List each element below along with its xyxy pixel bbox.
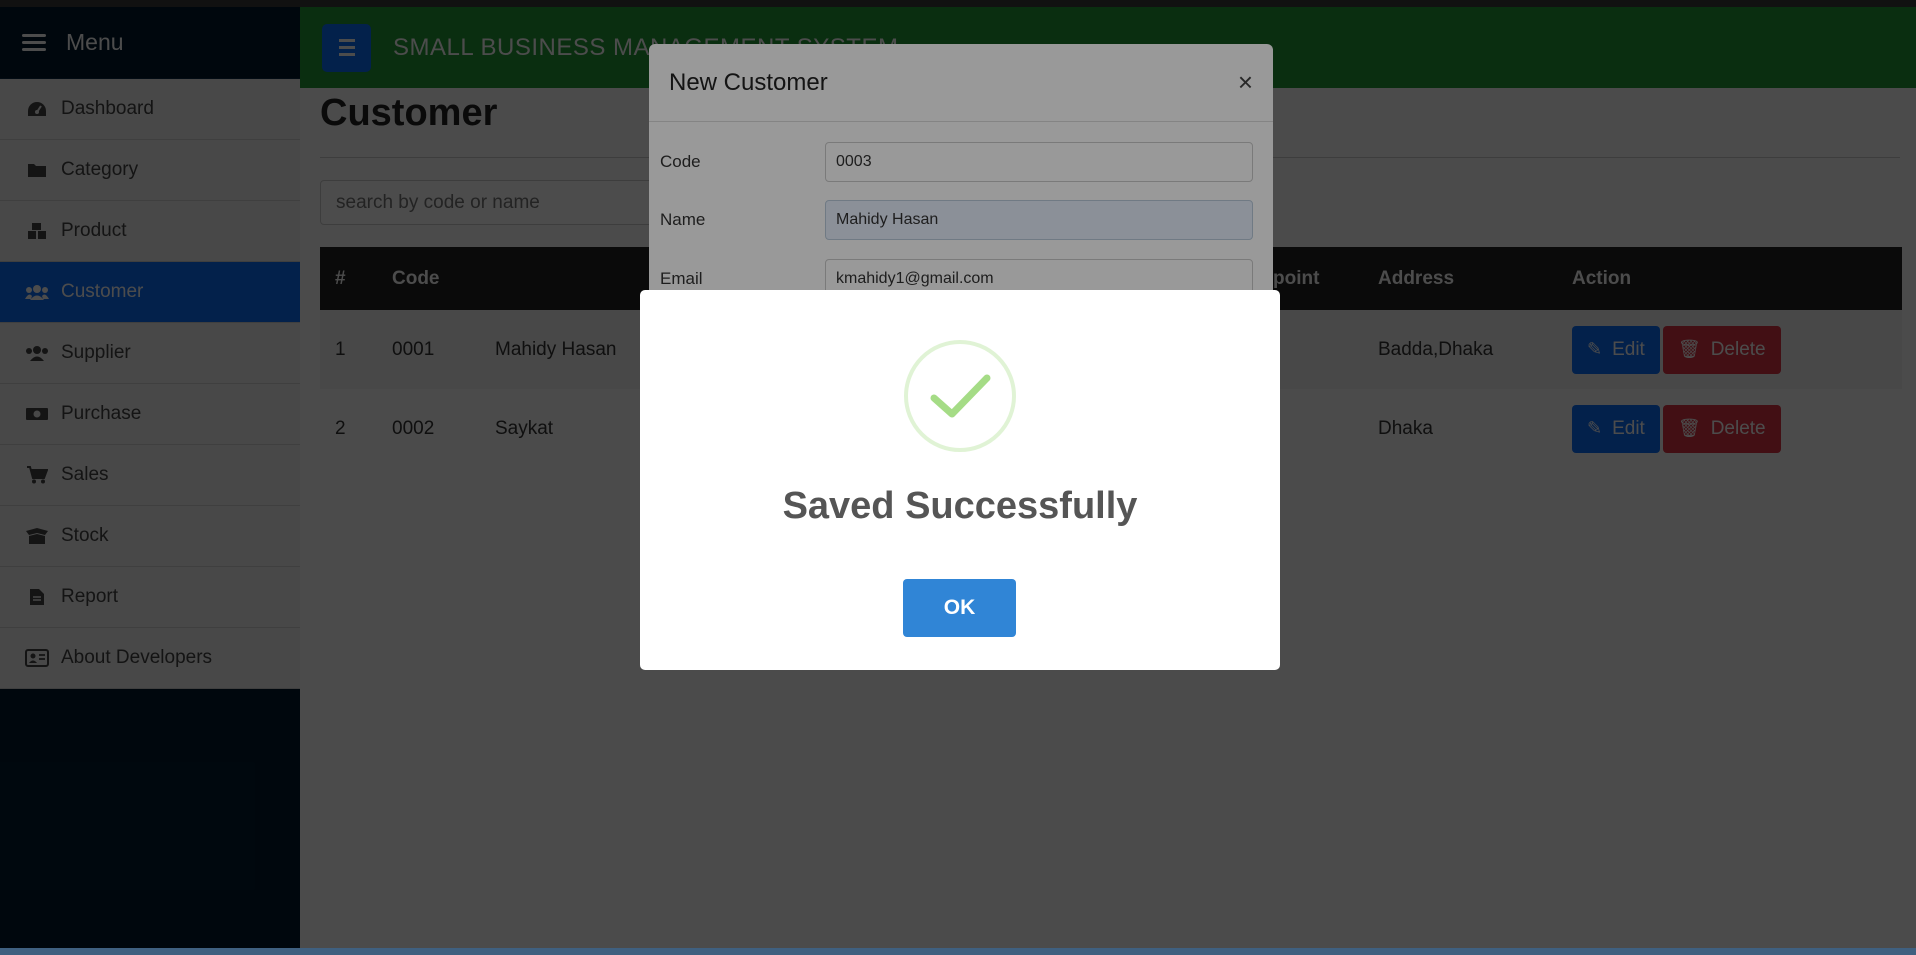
success-alert: Saved Successfully OK xyxy=(640,290,1280,670)
success-check-icon xyxy=(904,340,1016,452)
ok-button[interactable]: OK xyxy=(903,579,1016,637)
window-bottom-strip xyxy=(0,948,1916,955)
alert-title: Saved Successfully xyxy=(782,485,1138,527)
